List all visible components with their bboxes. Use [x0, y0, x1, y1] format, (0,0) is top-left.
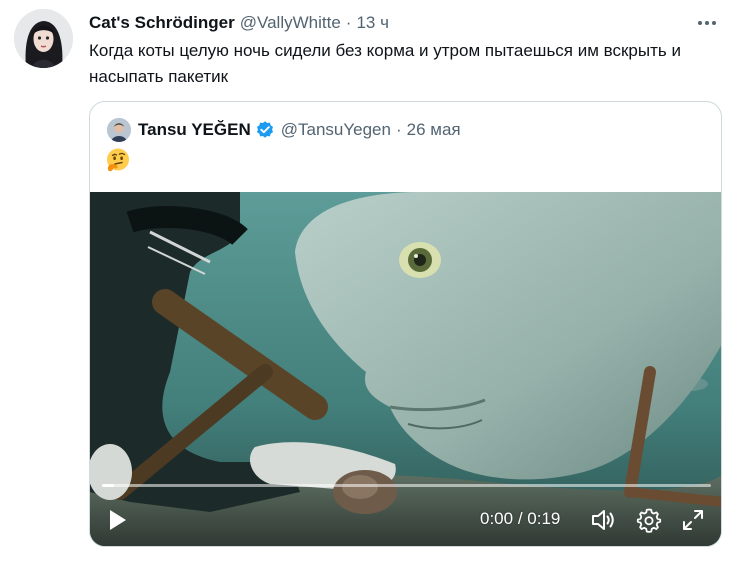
quote-author-avatar[interactable] [107, 118, 131, 142]
video-frame [90, 192, 721, 546]
more-button[interactable] [693, 11, 721, 35]
video-time: 0:00 / 0:19 [480, 509, 560, 529]
tweet-time[interactable]: 13 ч [356, 13, 389, 33]
quote-header: Tansu YEĞEN @TansuYegen · 26 мая [107, 118, 461, 142]
settings-button[interactable] [636, 507, 662, 533]
more-icon [698, 21, 716, 25]
video-current-time: 0:00 [480, 509, 514, 528]
video-progress-bar[interactable] [102, 484, 711, 487]
quote-date[interactable]: 26 мая [407, 120, 461, 140]
quote-author-handle[interactable]: @TansuYegen [281, 120, 391, 140]
fullscreen-button[interactable] [680, 507, 706, 533]
play-button[interactable] [104, 507, 130, 533]
quoted-tweet-card[interactable]: Tansu YEĞEN @TansuYegen · 26 мая 0:00 / … [89, 101, 722, 547]
quote-author-name[interactable]: Tansu YEĞEN [138, 120, 251, 140]
thinking-face-icon [105, 147, 131, 173]
video-progress-fill [102, 484, 115, 487]
separator-dot: · [345, 13, 352, 32]
quote-avatar-image [107, 118, 131, 142]
fullscreen-icon [683, 510, 703, 530]
video-duration: 0:19 [527, 509, 561, 528]
author-name[interactable]: Cat's Schrödinger [89, 13, 235, 33]
tweet-header: Cat's Schrödinger @VallyWhitte · 13 ч [89, 11, 721, 35]
play-icon [110, 510, 126, 530]
separator-dot: · [395, 120, 402, 139]
settings-gear-icon [636, 508, 662, 533]
volume-button[interactable] [590, 507, 616, 533]
author-handle[interactable]: @VallyWhitte [240, 13, 341, 33]
time-separator: / [513, 509, 528, 528]
author-avatar[interactable] [14, 9, 73, 68]
volume-icon [592, 510, 614, 530]
video-player[interactable]: 0:00 / 0:19 [90, 192, 721, 546]
avatar-image [14, 9, 73, 68]
tweet-text: Когда коты целую ночь сидели без корма и… [89, 41, 681, 86]
verified-icon [255, 120, 275, 140]
